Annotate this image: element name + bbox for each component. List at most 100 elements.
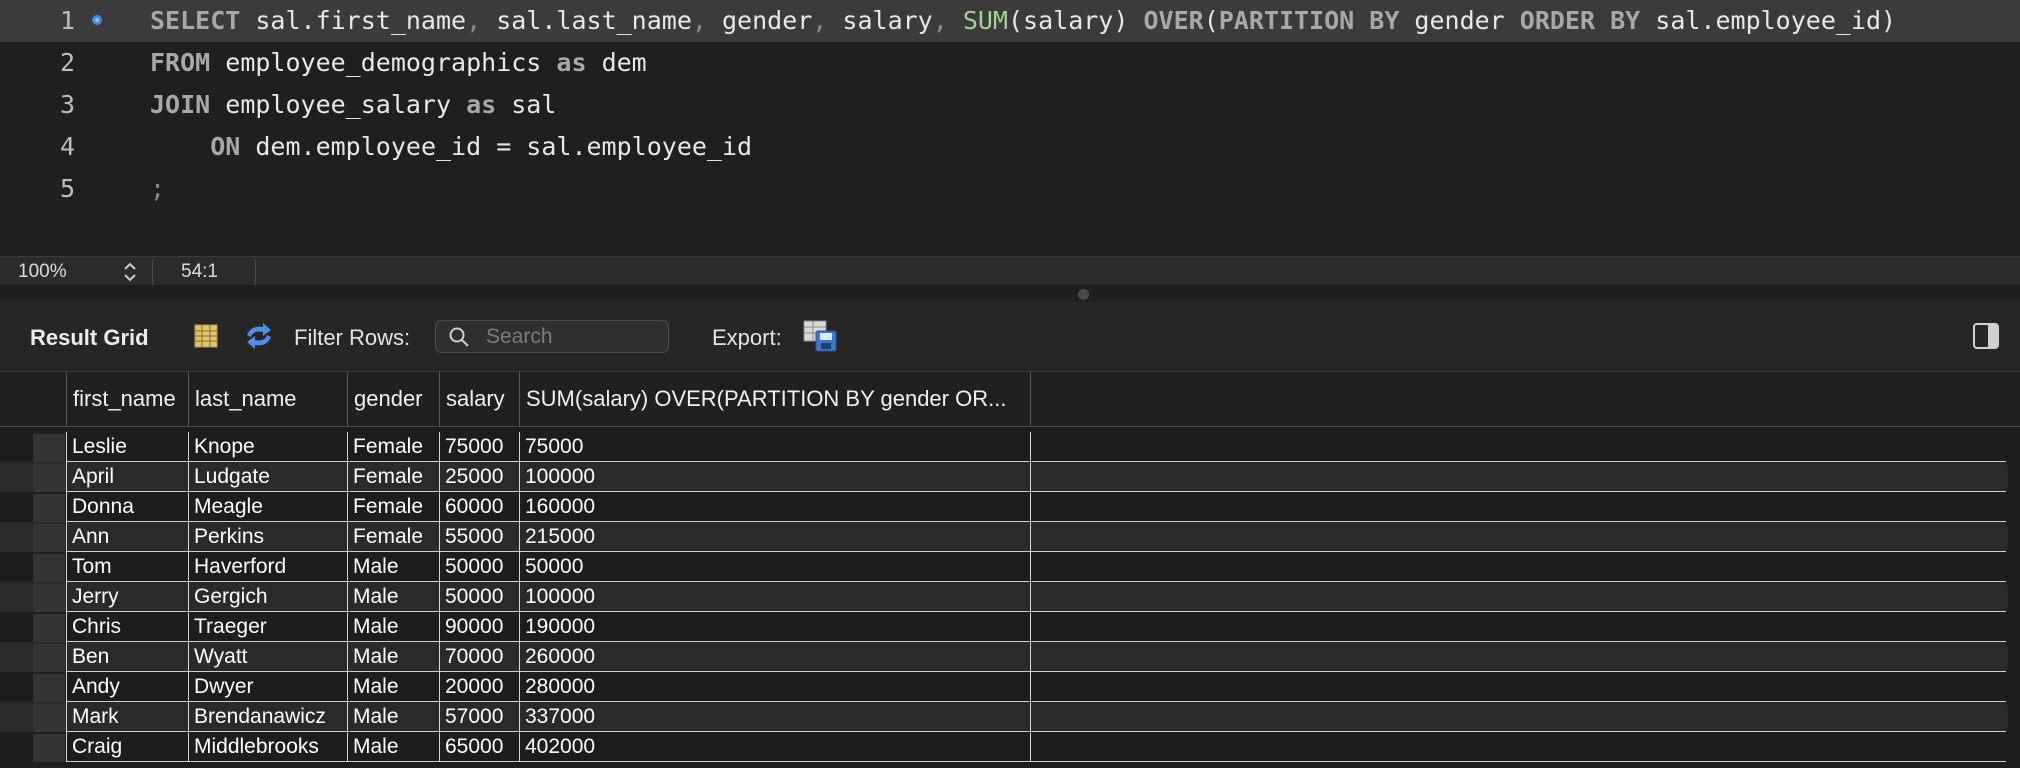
column-header-last-name[interactable]: last_name bbox=[188, 372, 347, 426]
row-selector[interactable] bbox=[33, 524, 65, 552]
cell-salary[interactable]: 65000 bbox=[439, 732, 519, 762]
cell-running-sum[interactable]: 337000 bbox=[519, 702, 1031, 732]
cell-last-name[interactable]: Dwyer bbox=[188, 672, 347, 702]
code-line-4[interactable]: 4 ON dem.employee_id = sal.employee_id bbox=[0, 126, 2020, 168]
column-header-first-name[interactable]: first_name bbox=[66, 372, 188, 426]
table-row[interactable]: Jerry Gergich Male 50000 100000 bbox=[0, 582, 2008, 612]
row-selector[interactable] bbox=[33, 494, 65, 522]
grid-view-icon[interactable] bbox=[193, 323, 219, 349]
search-input[interactable] bbox=[484, 324, 663, 350]
up-down-stepper-icon[interactable] bbox=[120, 259, 140, 285]
cell-salary[interactable]: 55000 bbox=[439, 522, 519, 552]
cell-first-name[interactable]: Leslie bbox=[66, 432, 188, 462]
table-row[interactable]: Craig Middlebrooks Male 65000 402000 bbox=[0, 732, 2008, 762]
column-header-gender[interactable]: gender bbox=[347, 372, 439, 426]
row-selector[interactable] bbox=[33, 704, 65, 732]
row-selector[interactable] bbox=[33, 614, 65, 642]
cell-last-name[interactable]: Brendanawicz bbox=[188, 702, 347, 732]
cell-gender[interactable]: Male bbox=[347, 612, 439, 642]
table-row[interactable]: Ben Wyatt Male 70000 260000 bbox=[0, 642, 2008, 672]
code-line-5[interactable]: 5 ; bbox=[0, 168, 2020, 210]
column-header-running-sum[interactable]: SUM(salary) OVER(PARTITION BY gender OR.… bbox=[519, 372, 1031, 426]
cell-first-name[interactable]: Chris bbox=[66, 612, 188, 642]
cell-last-name[interactable]: Middlebrooks bbox=[188, 732, 347, 762]
cell-first-name[interactable]: Mark bbox=[66, 702, 188, 732]
cell-first-name[interactable]: Ann bbox=[66, 522, 188, 552]
row-selector[interactable] bbox=[33, 434, 65, 462]
cell-salary[interactable]: 60000 bbox=[439, 492, 519, 522]
panel-toggle-icon[interactable] bbox=[1972, 322, 2000, 350]
cell-running-sum[interactable]: 100000 bbox=[519, 582, 1031, 612]
cell-salary[interactable]: 90000 bbox=[439, 612, 519, 642]
splitter-handle-icon[interactable] bbox=[1078, 289, 1089, 300]
cell-salary[interactable]: 75000 bbox=[439, 432, 519, 462]
cell-salary[interactable]: 25000 bbox=[439, 462, 519, 492]
cell-gender[interactable]: Male bbox=[347, 582, 439, 612]
cell-running-sum[interactable]: 215000 bbox=[519, 522, 1031, 552]
table-row[interactable]: Andy Dwyer Male 20000 280000 bbox=[0, 672, 2008, 702]
cell-last-name[interactable]: Wyatt bbox=[188, 642, 347, 672]
row-selector[interactable] bbox=[33, 644, 65, 672]
table-row[interactable]: Leslie Knope Female 75000 75000 bbox=[0, 432, 2008, 462]
cell-running-sum[interactable]: 75000 bbox=[519, 432, 1031, 462]
table-row[interactable]: April Ludgate Female 25000 100000 bbox=[0, 462, 2008, 492]
cell-gender[interactable]: Male bbox=[347, 732, 439, 762]
export-icon[interactable] bbox=[802, 319, 838, 353]
code-line-1[interactable]: 1 SELECT sal.first_name, sal.last_name, … bbox=[0, 0, 2020, 42]
cell-running-sum[interactable]: 160000 bbox=[519, 492, 1031, 522]
refresh-icon[interactable] bbox=[243, 321, 275, 351]
breakpoint-dot-icon[interactable] bbox=[90, 13, 104, 27]
cell-first-name[interactable]: Craig bbox=[66, 732, 188, 762]
cell-running-sum[interactable]: 190000 bbox=[519, 612, 1031, 642]
cell-gender[interactable]: Female bbox=[347, 432, 439, 462]
cell-running-sum[interactable]: 50000 bbox=[519, 552, 1031, 582]
row-selector[interactable] bbox=[33, 584, 65, 612]
cell-last-name[interactable]: Meagle bbox=[188, 492, 347, 522]
cell-gender[interactable]: Male bbox=[347, 702, 439, 732]
table-row[interactable]: Tom Haverford Male 50000 50000 bbox=[0, 552, 2008, 582]
cell-first-name[interactable]: April bbox=[66, 462, 188, 492]
cell-gender[interactable]: Female bbox=[347, 492, 439, 522]
table-row[interactable]: Mark Brendanawicz Male 57000 337000 bbox=[0, 702, 2008, 732]
cell-gender[interactable]: Male bbox=[347, 672, 439, 702]
table-row[interactable]: Chris Traeger Male 90000 190000 bbox=[0, 612, 2008, 642]
cell-running-sum[interactable]: 260000 bbox=[519, 642, 1031, 672]
cell-first-name[interactable]: Andy bbox=[66, 672, 188, 702]
filter-search-box[interactable] bbox=[435, 320, 669, 353]
row-selector[interactable] bbox=[33, 674, 65, 702]
table-row[interactable]: Ann Perkins Female 55000 215000 bbox=[0, 522, 2008, 552]
cell-salary[interactable]: 57000 bbox=[439, 702, 519, 732]
cell-first-name[interactable]: Jerry bbox=[66, 582, 188, 612]
cell-last-name[interactable]: Ludgate bbox=[188, 462, 347, 492]
pane-splitter[interactable] bbox=[0, 285, 2020, 301]
table-row[interactable]: Donna Meagle Female 60000 160000 bbox=[0, 492, 2008, 522]
cell-first-name[interactable]: Ben bbox=[66, 642, 188, 672]
cell-last-name[interactable]: Gergich bbox=[188, 582, 347, 612]
row-selector[interactable] bbox=[33, 734, 65, 762]
cell-gender[interactable]: Male bbox=[347, 552, 439, 582]
cell-last-name[interactable]: Haverford bbox=[188, 552, 347, 582]
cell-gender[interactable]: Female bbox=[347, 522, 439, 552]
cell-first-name[interactable]: Donna bbox=[66, 492, 188, 522]
row-selector[interactable] bbox=[33, 554, 65, 582]
cell-last-name[interactable]: Perkins bbox=[188, 522, 347, 552]
zoom-level[interactable]: 100% bbox=[18, 261, 67, 283]
cell-salary[interactable]: 50000 bbox=[439, 552, 519, 582]
cell-last-name[interactable]: Traeger bbox=[188, 612, 347, 642]
cell-running-sum[interactable]: 100000 bbox=[519, 462, 1031, 492]
cell-salary[interactable]: 20000 bbox=[439, 672, 519, 702]
code-line-2[interactable]: 2 FROM employee_demographics as dem bbox=[0, 42, 2020, 84]
cell-running-sum[interactable]: 280000 bbox=[519, 672, 1031, 702]
sql-editor[interactable]: 1 SELECT sal.first_name, sal.last_name, … bbox=[0, 0, 2020, 256]
cell-last-name[interactable]: Knope bbox=[188, 432, 347, 462]
cell-salary[interactable]: 70000 bbox=[439, 642, 519, 672]
cell-gender[interactable]: Male bbox=[347, 642, 439, 672]
cell-gender[interactable]: Female bbox=[347, 462, 439, 492]
code-line-3[interactable]: 3 JOIN employee_salary as sal bbox=[0, 84, 2020, 126]
cell-running-sum[interactable]: 402000 bbox=[519, 732, 1031, 762]
result-grid[interactable]: first_name last_name gender salary SUM(s… bbox=[0, 372, 2020, 768]
column-header-salary[interactable]: salary bbox=[439, 372, 519, 426]
cell-salary[interactable]: 50000 bbox=[439, 582, 519, 612]
cell-first-name[interactable]: Tom bbox=[66, 552, 188, 582]
row-selector[interactable] bbox=[33, 464, 65, 492]
